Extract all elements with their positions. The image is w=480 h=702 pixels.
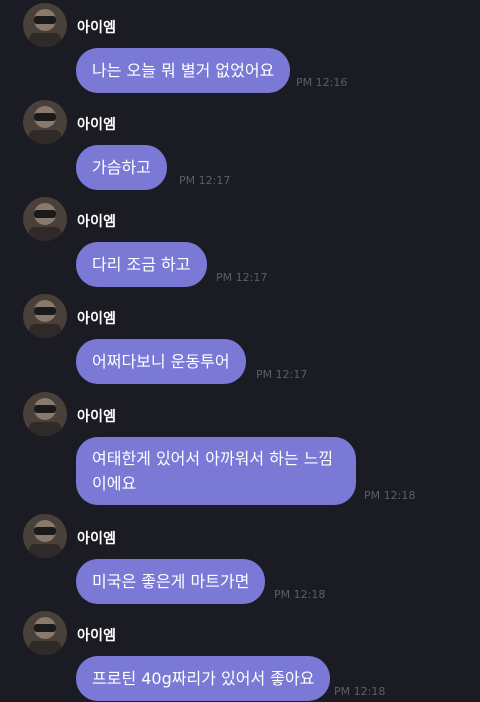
message-timestamp: PM 12:16 xyxy=(296,76,348,89)
sender-name: 아이엠 xyxy=(77,311,117,327)
avatar[interactable] xyxy=(23,392,67,436)
sender-name: 아이엠 xyxy=(77,531,117,547)
message-bubble[interactable]: 프로틴 40g짜리가 있어서 좋아요 xyxy=(76,656,331,701)
message-bubble[interactable]: 나는 오늘 뭐 별거 없었어요 xyxy=(76,48,291,93)
message-timestamp: PM 12:17 xyxy=(179,174,231,187)
message-bubble[interactable]: 다리 조금 하고 xyxy=(76,242,207,287)
sender-name: 아이엠 xyxy=(77,409,117,425)
sender-name: 아이엠 xyxy=(77,628,117,644)
sender-name: 아이엠 xyxy=(77,20,117,36)
message-timestamp: PM 12:18 xyxy=(364,489,416,502)
message-bubble[interactable]: 여태한게 있어서 아까워서 하는 느낌 이에요 xyxy=(76,437,356,505)
message-bubble[interactable]: 어쩌다보니 운동투어 xyxy=(76,339,246,384)
message-bubble[interactable]: 미국은 좋은게 마트가면 xyxy=(76,559,266,604)
avatar[interactable] xyxy=(23,294,67,338)
message-bubble[interactable]: 가슴하고 xyxy=(76,145,167,190)
avatar[interactable] xyxy=(23,100,67,144)
avatar[interactable] xyxy=(23,3,67,47)
avatar[interactable] xyxy=(23,197,67,241)
message-timestamp: PM 12:18 xyxy=(334,685,386,698)
sender-name: 아이엠 xyxy=(77,214,117,230)
message-timestamp: PM 12:18 xyxy=(274,588,326,601)
message-timestamp: PM 12:17 xyxy=(216,271,268,284)
message-timestamp: PM 12:17 xyxy=(256,368,308,381)
chat-thread: 아이엠 나는 오늘 뭐 별거 없었어요 PM 12:16 아이엠 가슴하고 PM… xyxy=(0,0,480,702)
avatar[interactable] xyxy=(23,611,67,655)
avatar[interactable] xyxy=(23,514,67,558)
sender-name: 아이엠 xyxy=(77,117,117,133)
